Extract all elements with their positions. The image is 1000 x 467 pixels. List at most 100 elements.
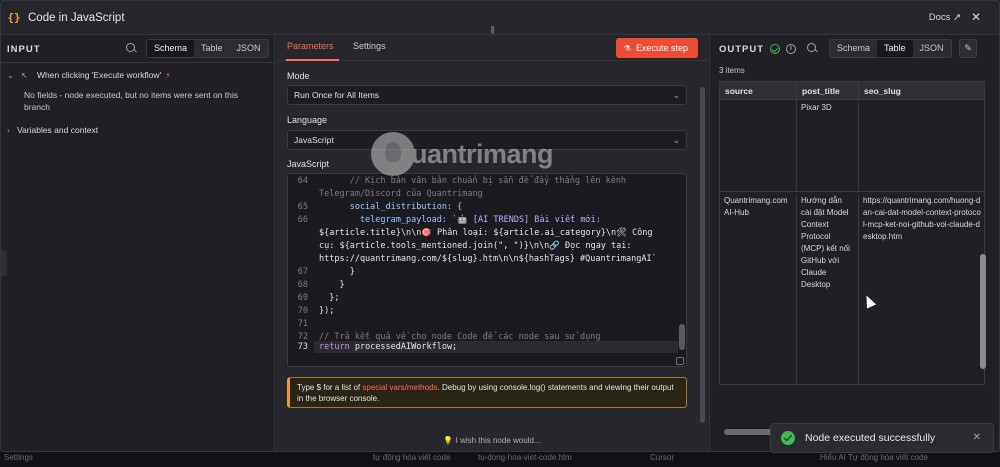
search-icon[interactable] [806, 42, 818, 54]
column-header-source[interactable]: source [720, 82, 797, 100]
search-icon[interactable] [125, 42, 137, 54]
code-hint-callout: Type $ for a list of special vars/method… [287, 377, 687, 408]
output-tab-table[interactable]: Table [877, 40, 913, 57]
table-cell: https://quantrimang.com/huong-dan-cai-da… [859, 195, 984, 384]
code-line: ${article.title}\n\n🎯 Phân loại: ${artic… [319, 228, 653, 238]
flask-icon: ⚗ [623, 43, 631, 53]
lightbulb-icon: 💡 [443, 436, 454, 445]
code-line: // Trả kết quả về cho node Code để các n… [319, 332, 601, 342]
tab-settings[interactable]: Settings [353, 41, 386, 51]
mouse-pointer-icon: ↖ [21, 70, 28, 80]
table-cell: Hướng dẫn cài đặt Model Context Protocol… [797, 195, 859, 384]
table-cell: Pixar 3D [797, 102, 859, 191]
line-number: 71 [297, 319, 308, 329]
parameters-tab-bar: Parameters Settings ⚗ Execute step [276, 35, 708, 61]
edit-output-pencil-icon[interactable]: ✎ [959, 39, 977, 58]
output-tab-json[interactable]: JSON [913, 40, 951, 57]
input-tab-json[interactable]: JSON [230, 40, 268, 57]
close-icon[interactable]: ✕ [973, 432, 981, 443]
mode-value: Run Once for All Items [294, 90, 380, 100]
language-select[interactable]: JavaScript ⌄ [287, 130, 687, 150]
background-item: Hiểu AI Tự động hóa viết code [820, 453, 928, 462]
code-line: social_distribution: { [319, 202, 463, 212]
line-number-gutter: 64 65 66 67 68 69 70 71 72 73 [288, 174, 314, 366]
node-title[interactable]: Code in JavaScript [28, 12, 125, 24]
output-panel-header: OUTPUT i Schema Table JSON ✎ [710, 35, 999, 63]
input-tab-schema[interactable]: Schema [147, 40, 195, 57]
input-panel: INPUT Schema Table JSON ⌄ ↖ When clickin… [1, 35, 275, 451]
chevron-down-icon: ⌄ [672, 135, 680, 145]
language-value: JavaScript [294, 135, 334, 145]
tab-parameters[interactable]: Parameters [287, 41, 334, 51]
editor-resize-icon[interactable] [676, 357, 684, 365]
code-line: }; [319, 293, 340, 303]
code-braces-icon: {} [7, 11, 21, 24]
panel-drag-handle-icon[interactable]: ||| [485, 25, 499, 35]
input-view-switcher: Schema Table JSON [146, 39, 269, 58]
parameters-panel: Parameters Settings ⚗ Execute step Mode … [276, 35, 708, 451]
info-icon[interactable]: i [786, 44, 796, 54]
code-line: https://quantrimang.com/${slug}.htm\n\n$… [319, 254, 657, 264]
table-cell [720, 100, 797, 191]
output-tab-schema[interactable]: Schema [830, 40, 877, 57]
code-line: telegram_payload: `🤖 [AI TRENDS] Bài viế… [319, 215, 601, 225]
input-panel-header: INPUT Schema Table JSON [1, 35, 274, 63]
mode-select[interactable]: Run Once for All Items ⌄ [287, 85, 687, 105]
no-fields-message: No fields - node executed, but no items … [24, 90, 239, 112]
output-table: source post_title seo_slug Pixar 3D Quan… [719, 81, 985, 385]
line-number: 70 [297, 306, 308, 316]
output-view-switcher: Schema Table JSON [829, 39, 952, 58]
execute-step-button[interactable]: ⚗ Execute step [615, 38, 698, 58]
chevron-down-icon: ⌄ [672, 90, 680, 100]
code-label: JavaScript [287, 159, 330, 169]
chevron-down-icon[interactable]: ⌄ [7, 71, 17, 80]
column-header-post-title[interactable]: post_title [797, 82, 859, 100]
active-tab-indicator [286, 59, 339, 61]
code-line: } [319, 267, 355, 277]
close-icon[interactable]: ✕ [971, 10, 981, 24]
line-number: 73 [297, 342, 308, 352]
success-check-icon [781, 431, 795, 445]
feedback-link[interactable]: 💡 I wish this node would... [276, 436, 708, 445]
output-horizontal-scrollbar[interactable] [724, 429, 774, 435]
line-number: 72 [297, 332, 308, 342]
toast-message: Node executed successfully [805, 432, 936, 444]
variables-label: Variables and context [17, 125, 99, 135]
panel-collapse-handle[interactable] [1, 250, 7, 276]
special-vars-link[interactable]: special vars/methods [362, 383, 437, 392]
background-canvas: Settings tự động hóa viết code tu-dong-h… [0, 452, 1000, 467]
items-count: 3 items [719, 66, 745, 75]
trigger-label: When clicking 'Execute workflow' [37, 70, 162, 80]
variables-context-row[interactable]: › Variables and context [7, 125, 98, 135]
input-tab-table[interactable]: Table [194, 40, 230, 57]
row-divider [720, 191, 984, 192]
line-number: 66 [297, 215, 308, 225]
parameters-scrollbar[interactable] [700, 87, 705, 423]
output-title: OUTPUT [719, 44, 765, 55]
background-item: tu-dong-hoa-viet-code.htm [478, 453, 572, 462]
success-check-icon [770, 44, 780, 54]
chevron-right-icon[interactable]: › [7, 126, 17, 135]
line-number: 64 [297, 176, 308, 186]
title-bar: {} Code in JavaScript Docs ↗ ✕ [1, 1, 999, 35]
column-header-seo-slug[interactable]: seo_slug [859, 82, 984, 100]
code-line: } [319, 280, 345, 290]
code-editor[interactable]: 64 65 66 67 68 69 70 71 72 73 // Kịch bả… [287, 173, 687, 367]
background-item: Cursor [650, 453, 675, 462]
background-settings-label: Settings [4, 453, 33, 462]
success-toast: Node executed successfully ✕ [770, 423, 994, 453]
table-cell [859, 100, 984, 191]
mode-label: Mode [287, 71, 310, 81]
external-link-icon: ↗ [953, 12, 961, 23]
code-line: return processedAIWorkflow; [319, 342, 458, 352]
docs-link[interactable]: Docs ↗ [929, 12, 961, 23]
table-cell: Quantrimang.com AI-Hub [720, 195, 797, 384]
code-line: cụ: ${article.tools_mentioned.join(", ")… [319, 241, 632, 251]
line-number: 65 [297, 202, 308, 212]
code-line: // Kịch bản văn bản chuẩn bị sẵn để đẩy … [319, 176, 627, 186]
language-label: Language [287, 115, 328, 125]
output-vertical-scrollbar[interactable] [980, 254, 986, 369]
background-item: tự động hóa viết code [373, 453, 451, 462]
trigger-node-row[interactable]: ⌄ ↖ When clicking 'Execute workflow' ⚡ [7, 70, 171, 80]
editor-scrollbar[interactable] [679, 324, 685, 350]
